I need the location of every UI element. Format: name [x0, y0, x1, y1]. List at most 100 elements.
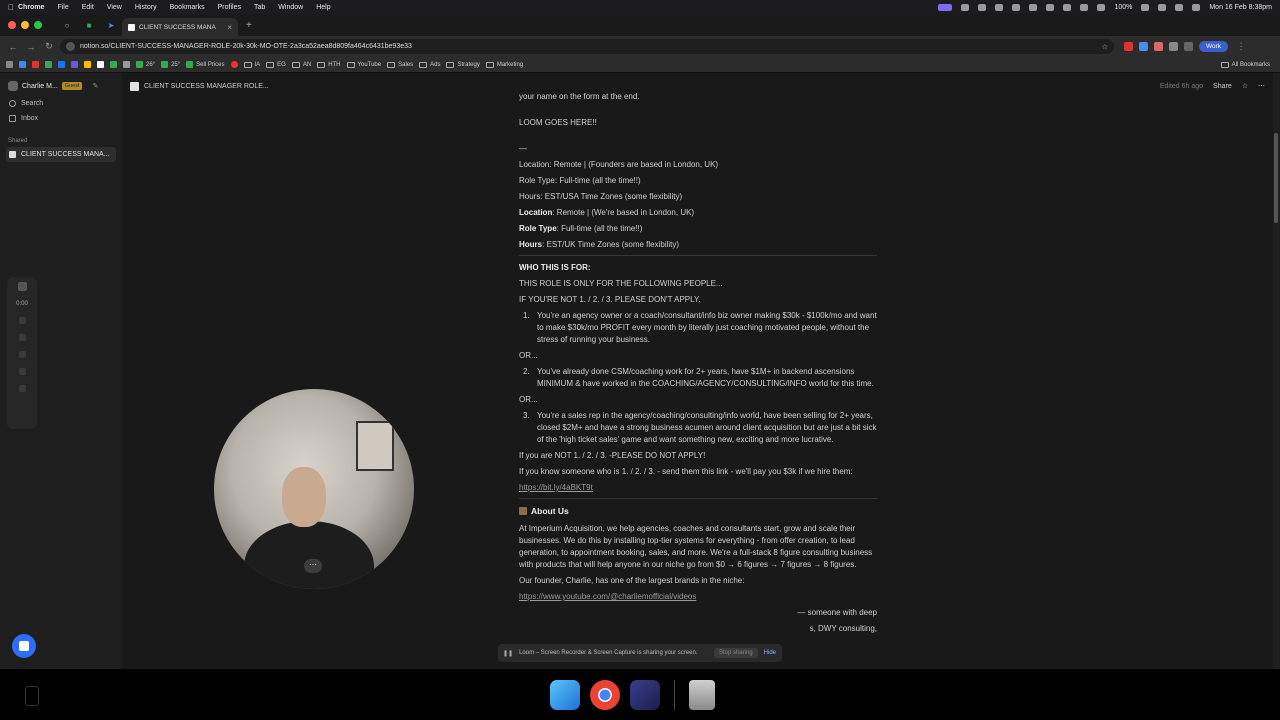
bookmark-26[interactable]: 26°: [136, 61, 155, 68]
bookmark-icon[interactable]: [71, 61, 78, 68]
search-icon[interactable]: [1175, 3, 1184, 11]
bookmark-folder-strategy[interactable]: Strategy: [446, 61, 480, 68]
menu-file[interactable]: File: [57, 4, 68, 11]
new-tab-button[interactable]: +: [246, 20, 252, 31]
tab-search-icon[interactable]: ○: [60, 18, 74, 32]
bubble-more-icon[interactable]: ⋯: [304, 559, 322, 573]
forward-button[interactable]: →: [24, 42, 38, 52]
share-button[interactable]: Share: [1213, 83, 1232, 90]
apps-grid-icon[interactable]: [6, 61, 13, 68]
bookmark-folder-an[interactable]: AN: [291, 61, 311, 68]
bookmark-folder-marketing[interactable]: Marketing: [485, 61, 523, 68]
minimize-window-button[interactable]: [21, 21, 29, 29]
tab-active[interactable]: CLIENT SUCCESS MANA ×: [122, 18, 238, 36]
status-icon[interactable]: [961, 3, 970, 11]
menu-help[interactable]: Help: [316, 4, 330, 11]
dock-left-item[interactable]: [25, 686, 39, 706]
loom-status-icon[interactable]: [938, 3, 953, 11]
bookmark-icon[interactable]: [84, 61, 91, 68]
battery-icon[interactable]: [1141, 3, 1150, 11]
loom-record-button[interactable]: [12, 634, 36, 658]
restart-button[interactable]: [18, 334, 26, 341]
menu-tab[interactable]: Tab: [254, 4, 265, 11]
menu-profiles[interactable]: Profiles: [218, 4, 241, 11]
all-bookmarks-button[interactable]: All Bookmarks: [1220, 61, 1270, 68]
sidebar-item-shared-page[interactable]: CLIENT SUCCESS MANA...: [6, 147, 116, 162]
bookmark-icon[interactable]: [230, 61, 238, 68]
stop-sharing-button[interactable]: Stop sharing: [713, 648, 758, 658]
sidepanel-icon[interactable]: [1184, 42, 1193, 51]
extension-icon[interactable]: [1154, 42, 1163, 51]
menu-kebab-icon[interactable]: ⋮: [1234, 41, 1248, 52]
audio-app-icon[interactable]: [630, 680, 660, 710]
chrome-icon[interactable]: [590, 680, 620, 710]
url-text[interactable]: notion.so/CLIENT-SUCCESS-MANAGER-ROLE-20…: [80, 43, 412, 50]
reload-button[interactable]: ↻: [42, 41, 56, 52]
finder-icon[interactable]: [550, 680, 580, 710]
status-icon[interactable]: [1080, 3, 1089, 11]
bookmark-folder-hth[interactable]: HTH: [317, 61, 341, 68]
bookmark-icon[interactable]: [45, 61, 52, 68]
close-window-button[interactable]: [8, 21, 16, 29]
founder-link[interactable]: https://www.youtube.com/@charliemofficia…: [519, 591, 877, 603]
bookmark-folder-youtube[interactable]: YouTube: [346, 61, 381, 68]
back-button[interactable]: ←: [6, 42, 20, 52]
menu-view[interactable]: View: [107, 4, 122, 11]
referral-link[interactable]: https://bit.ly/4aBKT9t: [519, 482, 877, 494]
bookmark-icon[interactable]: [110, 61, 117, 68]
stop-recording-button[interactable]: [17, 282, 27, 291]
bookmark-folder-eg[interactable]: EG: [266, 61, 286, 68]
new-page-icon[interactable]: ✎: [92, 82, 98, 90]
favorite-star-icon[interactable]: ☆: [1242, 82, 1248, 90]
menu-window[interactable]: Window: [278, 4, 303, 11]
extension-icon[interactable]: [1139, 42, 1148, 51]
control-center-icon[interactable]: [1192, 3, 1201, 11]
sidebar-item-inbox[interactable]: Inbox: [0, 111, 122, 126]
extension-icon[interactable]: [1124, 42, 1133, 51]
battery-percent[interactable]: 100%: [1114, 4, 1132, 11]
draw-button[interactable]: [18, 368, 26, 375]
bookmark-folder-ads[interactable]: Ads: [419, 61, 440, 68]
loom-camera-bubble[interactable]: ⋯: [214, 389, 414, 589]
status-icon[interactable]: [1029, 3, 1038, 11]
breadcrumb[interactable]: CLIENT SUCCESS MANAGER ROLE...: [144, 83, 269, 90]
bookmark-icon[interactable]: [19, 61, 26, 68]
menu-history[interactable]: History: [135, 4, 157, 11]
apple-icon[interactable]: : [8, 3, 18, 12]
more-options-icon[interactable]: ⋯: [1258, 82, 1265, 90]
sidebar-item-search[interactable]: Search: [0, 96, 122, 111]
bookmark-icon[interactable]: [123, 61, 130, 68]
status-icon[interactable]: [1097, 3, 1106, 11]
page-scrollbar[interactable]: [1273, 73, 1280, 669]
pause-button[interactable]: [18, 317, 26, 324]
delete-button[interactable]: [18, 351, 26, 358]
trash-icon[interactable]: [689, 680, 715, 710]
status-icon[interactable]: [978, 3, 987, 11]
menu-app-chrome[interactable]: Chrome: [18, 4, 44, 11]
bookmark-folder-ia[interactable]: IA: [243, 61, 260, 68]
bookmark-25[interactable]: 25°: [161, 61, 180, 68]
status-icon[interactable]: [1012, 3, 1021, 11]
bookmark-icon[interactable]: [97, 61, 104, 68]
bookmark-icon[interactable]: [58, 61, 65, 68]
scrollbar-thumb[interactable]: [1274, 133, 1278, 223]
profile-button[interactable]: Work: [1199, 41, 1229, 52]
hide-button[interactable]: Hide: [764, 650, 776, 656]
clock[interactable]: Mon 16 Feb 8:38pm: [1209, 4, 1272, 11]
bookmark-folder-sales[interactable]: Sales: [387, 61, 413, 68]
zoom-window-button[interactable]: [34, 21, 42, 29]
menu-edit[interactable]: Edit: [82, 4, 94, 11]
menu-bookmarks[interactable]: Bookmarks: [170, 4, 205, 11]
close-tab-icon[interactable]: ×: [227, 23, 232, 32]
address-bar[interactable]: notion.so/CLIENT-SUCCESS-MANAGER-ROLE-20…: [60, 39, 1114, 54]
site-info-icon[interactable]: [66, 42, 75, 51]
status-icon[interactable]: [1046, 3, 1055, 11]
workspace-switcher[interactable]: Charlie M... Guest ✎: [0, 73, 122, 96]
pinned-tab-icon[interactable]: ➤: [104, 18, 118, 32]
status-icon[interactable]: [995, 3, 1004, 11]
extensions-puzzle-icon[interactable]: [1169, 42, 1178, 51]
wifi-icon[interactable]: [1158, 3, 1167, 11]
bookmark-sell-prices[interactable]: Sell Prices: [186, 61, 225, 68]
bookmark-star-icon[interactable]: ☆: [1102, 43, 1108, 51]
status-icon[interactable]: [1063, 3, 1072, 11]
